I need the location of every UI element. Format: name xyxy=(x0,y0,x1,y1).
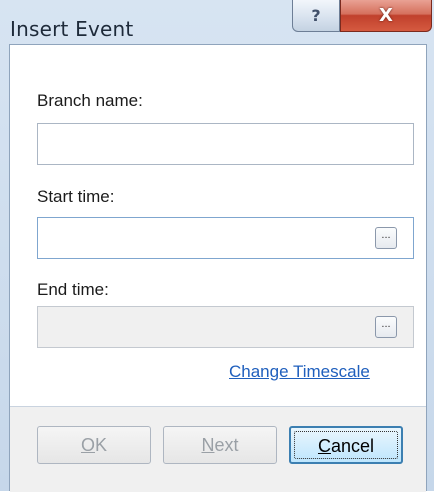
help-button[interactable]: ? xyxy=(292,0,340,32)
cancel-button[interactable]: Cancel xyxy=(289,426,403,464)
start-time-input[interactable]: ... xyxy=(37,217,414,259)
branch-name-input[interactable] xyxy=(37,123,414,165)
end-time-label: End time: xyxy=(37,280,109,299)
ok-label-rest: K xyxy=(95,435,108,455)
dialog-title: Insert Event xyxy=(10,17,134,41)
end-time-input: ... xyxy=(37,306,414,348)
dialog-body: Branch name: Start time: ... End time: .… xyxy=(9,44,427,492)
insert-event-dialog: Insert Event ? X Branch name: Start time… xyxy=(0,0,434,492)
start-time-browse-button[interactable]: ... xyxy=(375,227,397,249)
change-timescale-link[interactable]: Change Timescale xyxy=(229,362,370,382)
close-button[interactable]: X xyxy=(340,0,432,32)
title-bar[interactable]: Insert Event ? X xyxy=(0,0,434,41)
focus-rectangle xyxy=(294,431,398,459)
next-label-rest: ext xyxy=(214,435,239,455)
ok-button[interactable]: OK xyxy=(37,426,151,464)
start-time-label: Start time: xyxy=(37,187,115,206)
branch-name-label: Branch name: xyxy=(37,91,143,110)
end-time-browse-button[interactable]: ... xyxy=(375,316,397,338)
ok-mnemonic: O xyxy=(80,435,95,455)
next-button[interactable]: Next xyxy=(163,426,277,464)
next-mnemonic: N xyxy=(201,435,215,455)
close-x-icon: X xyxy=(379,5,393,26)
question-mark-icon: ? xyxy=(311,6,321,25)
